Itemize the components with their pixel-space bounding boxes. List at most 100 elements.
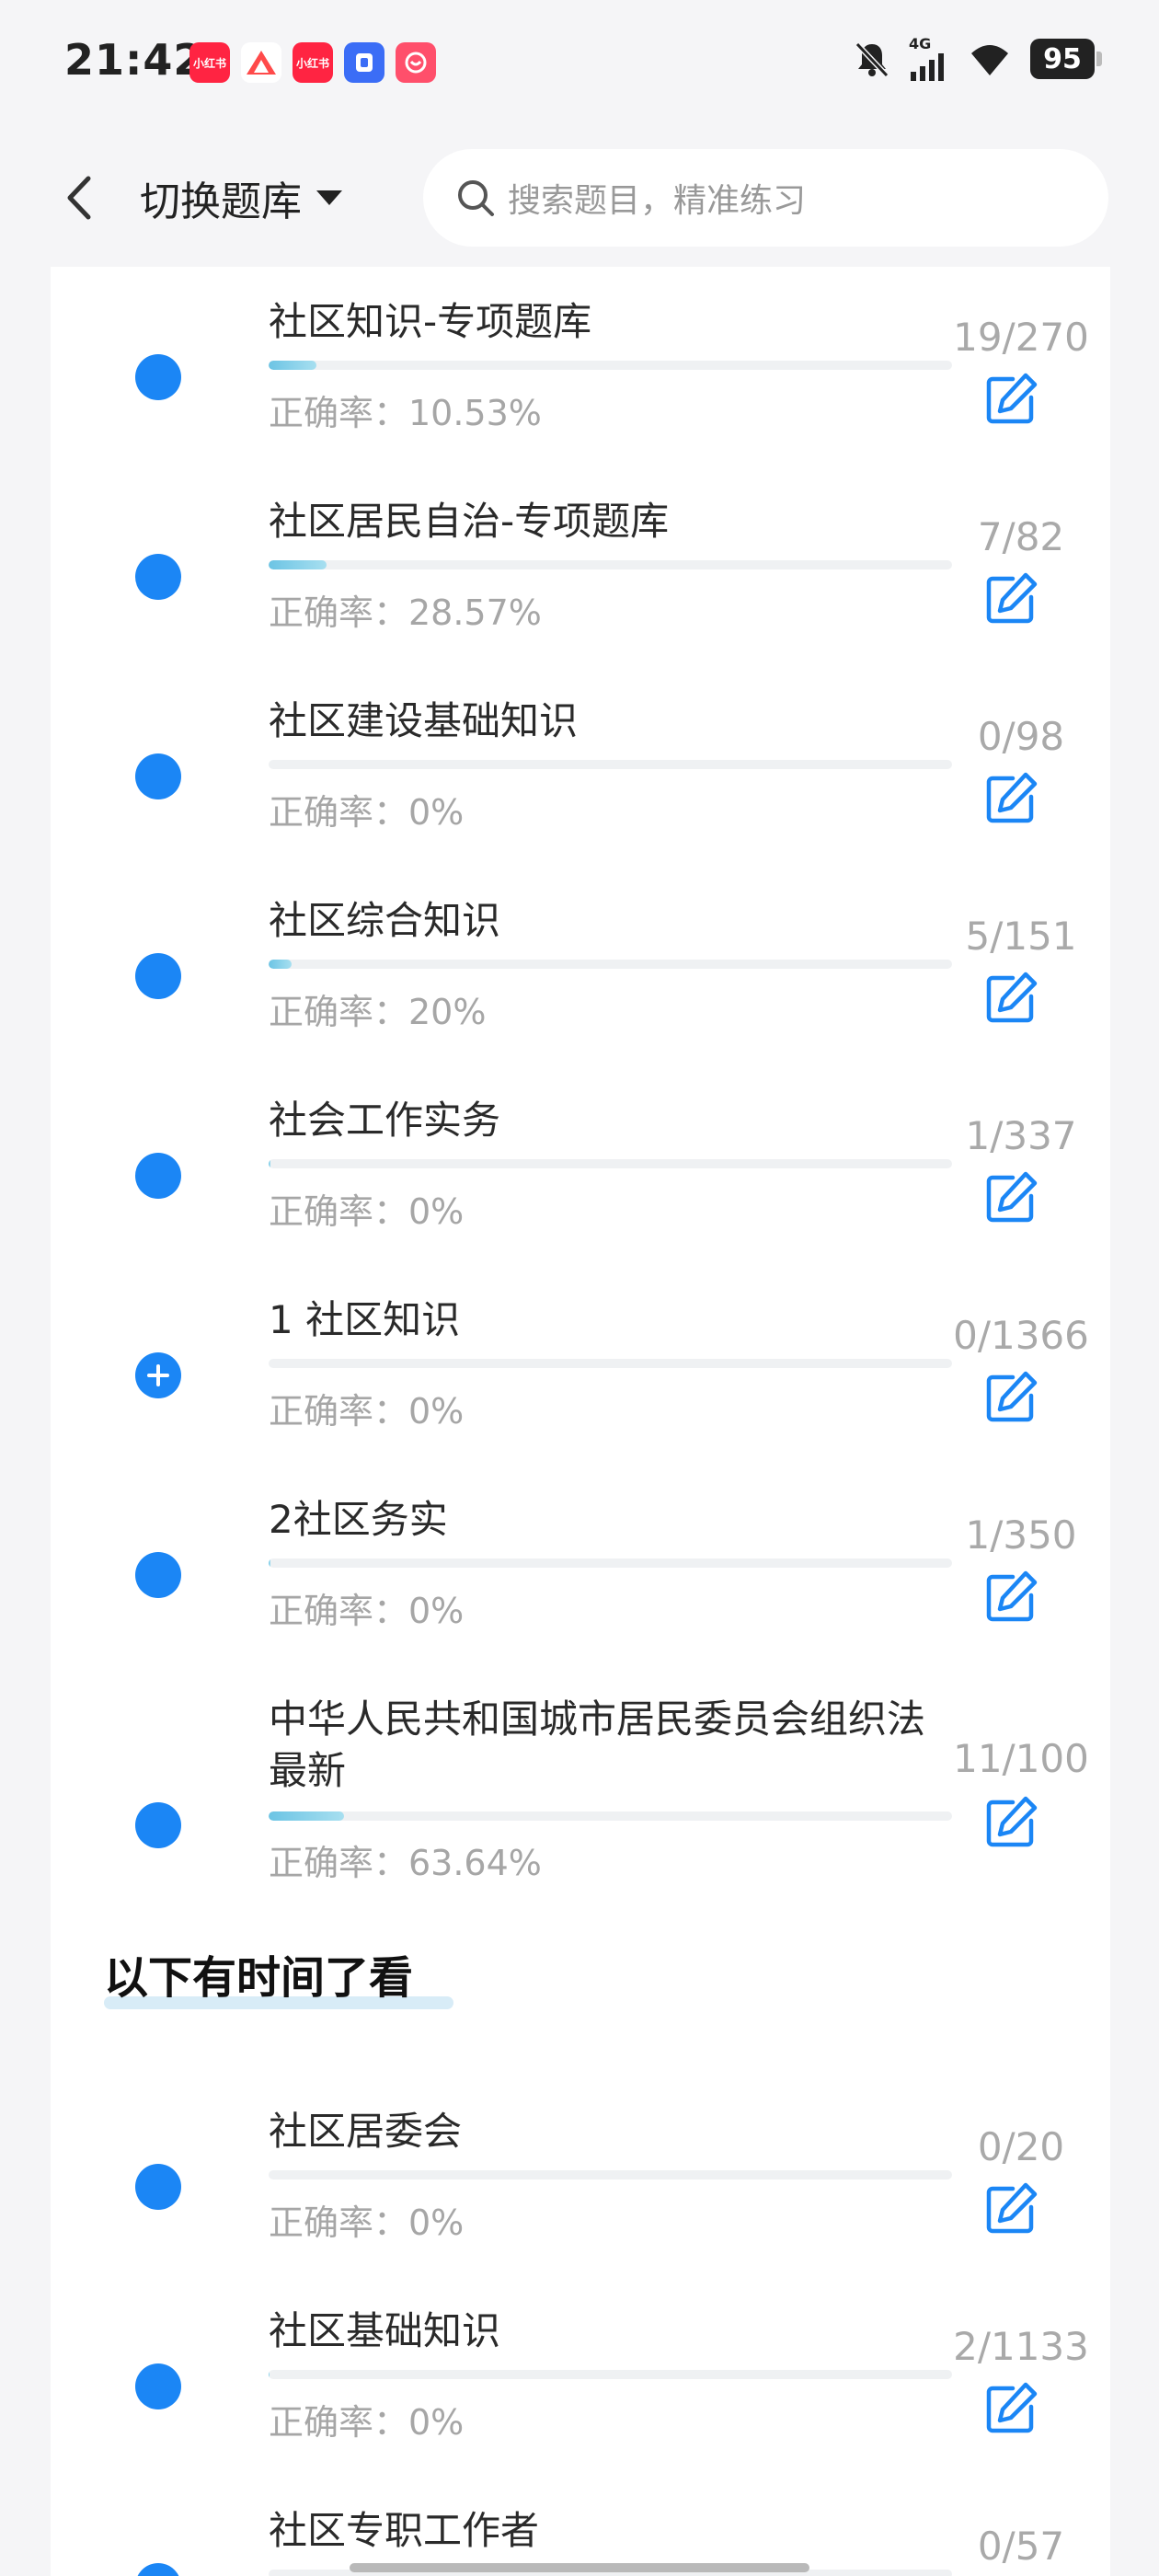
top-nav-bar: 切换题库 搜索题目，精准练习 bbox=[0, 129, 1159, 267]
progress-count: 19/270 bbox=[953, 315, 1089, 360]
bullet-dot-icon bbox=[135, 1552, 181, 1598]
progress-bar bbox=[269, 2370, 952, 2379]
network-type: 4G bbox=[909, 35, 932, 52]
accuracy-text: 正确率：0% bbox=[269, 792, 465, 833]
progress-bar bbox=[269, 1159, 952, 1168]
bullet-dot-icon bbox=[135, 2363, 181, 2409]
bank-list-item[interactable]: 社区建设基础知识正确率：0% 0/98 bbox=[51, 666, 1110, 866]
caret-down-icon bbox=[316, 190, 342, 205]
bank-title: 2社区务实 bbox=[269, 1497, 448, 1542]
bank-list-item[interactable]: 社区基础知识正确率：0% 2/1133 bbox=[51, 2276, 1110, 2476]
accuracy-text: 正确率：10.53% bbox=[269, 393, 542, 433]
bank-list-item[interactable]: 社区综合知识正确率：20% 5/151 bbox=[51, 866, 1110, 1065]
xiaohongshu-app-icon-2: 小红书 bbox=[293, 42, 333, 83]
accuracy-text: 正确率：20% bbox=[269, 992, 487, 1032]
search-placeholder: 搜索题目，精准练习 bbox=[508, 182, 807, 220]
bank-list-item[interactable]: 社区专职工作者 0/57 bbox=[51, 2476, 1110, 2576]
progress-fill bbox=[269, 361, 316, 370]
progress-fill bbox=[269, 960, 292, 969]
progress-count: 0/98 bbox=[977, 714, 1065, 759]
xiaohongshu-app-icon: 小红书 bbox=[189, 42, 230, 83]
edit-practice-icon[interactable] bbox=[981, 1168, 1040, 1227]
accuracy-text: 正确率：63.64% bbox=[269, 1843, 542, 1883]
home-indicator[interactable] bbox=[350, 2563, 809, 2572]
bell-muted-icon bbox=[855, 41, 889, 78]
bank-list-item[interactable]: 中华人民共和国城市居民委员会组织法 最新正确率：63.64% 11/100 bbox=[51, 1664, 1110, 1940]
progress-bar bbox=[269, 1359, 952, 1368]
edit-practice-icon[interactable] bbox=[981, 2179, 1040, 2238]
progress-fill bbox=[269, 560, 327, 569]
bank-list-item[interactable]: 1 社区知识正确率：0% 0/1366 bbox=[51, 1265, 1110, 1465]
edit-practice-icon[interactable] bbox=[981, 1793, 1040, 1852]
progress-fill bbox=[269, 1558, 271, 1568]
edit-practice-icon[interactable] bbox=[981, 1368, 1040, 1427]
bullet-dot-icon bbox=[135, 753, 181, 799]
progress-count: 1/350 bbox=[965, 1512, 1077, 1558]
back-button[interactable] bbox=[51, 166, 106, 230]
progress-count: 0/57 bbox=[977, 2524, 1065, 2569]
progress-bar bbox=[269, 760, 952, 769]
edit-practice-icon[interactable] bbox=[981, 969, 1040, 1028]
bank-list-item[interactable]: 社区居民自治-专项题库正确率：28.57% 7/82 bbox=[51, 466, 1110, 666]
bank-list-item[interactable]: 社会工作实务 正确率：0% 1/337 bbox=[51, 1065, 1110, 1265]
bank-title: 1 社区知识 bbox=[269, 1297, 461, 1342]
progress-count: 2/1133 bbox=[953, 2324, 1089, 2369]
switch-bank-dropdown[interactable]: 切换题库 bbox=[140, 166, 344, 230]
bank-title: 社区基础知识 bbox=[269, 2308, 501, 2353]
progress-fill bbox=[269, 1159, 271, 1168]
progress-count: 0/20 bbox=[977, 2124, 1065, 2169]
bullet-dot-icon bbox=[135, 554, 181, 600]
bullet-dot-icon bbox=[135, 1153, 181, 1199]
bank-list-item[interactable]: 社区知识-专项题库正确率：10.53% 19/270 bbox=[51, 267, 1110, 466]
bullet-dot-icon bbox=[135, 2563, 181, 2576]
bank-title: 社区综合知识 bbox=[269, 898, 501, 943]
notification-app-icons: 小红书 小红书 bbox=[189, 42, 436, 83]
edit-practice-icon[interactable] bbox=[981, 2379, 1040, 2438]
bank-title: 社区居委会 bbox=[269, 2109, 463, 2154]
bank-title: 社区知识-专项题库 bbox=[269, 299, 592, 344]
progress-bar bbox=[269, 1811, 952, 1821]
edit-practice-icon[interactable] bbox=[981, 370, 1040, 429]
bank-list-item[interactable]: 2社区务实正确率：0% 1/350 bbox=[51, 1465, 1110, 1664]
accuracy-text: 正确率：28.57% bbox=[269, 592, 542, 633]
bank-title: 社区居民自治-专项题库 bbox=[269, 499, 670, 544]
bullet-dot-icon bbox=[135, 1802, 181, 1848]
chevron-left-icon bbox=[67, 176, 91, 220]
progress-bar bbox=[269, 361, 952, 370]
wifi-icon bbox=[971, 45, 1008, 75]
pink-app-icon bbox=[396, 42, 436, 83]
progress-bar bbox=[269, 960, 952, 969]
question-bank-list: 社区知识-专项题库 正确率：10.53% 19/270 社区居民自治-专项题库 正确率：… bbox=[51, 267, 1110, 2576]
page-title: 切换题库 bbox=[140, 178, 302, 225]
progress-count: 5/151 bbox=[965, 914, 1077, 959]
expand-plus-icon[interactable] bbox=[135, 1352, 181, 1398]
progress-bar bbox=[269, 560, 952, 569]
signal-icon: 4G bbox=[909, 37, 949, 81]
bank-title: 社区建设基础知识 bbox=[269, 698, 579, 743]
section-title: 以下有时间了看 bbox=[104, 1952, 414, 2004]
edit-practice-icon[interactable] bbox=[981, 1568, 1040, 1627]
bank-title: 社会工作实务 bbox=[269, 1098, 501, 1143]
edit-practice-icon[interactable] bbox=[981, 569, 1040, 628]
accuracy-text: 正确率：0% bbox=[269, 2402, 465, 2443]
bullet-dot-icon bbox=[135, 2164, 181, 2210]
progress-count: 7/82 bbox=[977, 514, 1065, 559]
accuracy-text: 正确率：0% bbox=[269, 1191, 465, 1232]
status-time: 21:42 bbox=[64, 35, 204, 85]
progress-bar bbox=[269, 2170, 952, 2179]
edit-practice-icon[interactable] bbox=[981, 769, 1040, 828]
accuracy-text: 正确率：0% bbox=[269, 1391, 465, 1432]
battery-indicator: 95 bbox=[1030, 39, 1102, 79]
accuracy-text: 正确率：0% bbox=[269, 1591, 465, 1631]
search-input[interactable]: 搜索题目，精准练习 bbox=[423, 149, 1108, 247]
progress-count: 0/1366 bbox=[953, 1313, 1089, 1358]
bank-title: 中华人民共和国城市居民委员会组织法 最新 bbox=[269, 1696, 926, 1793]
bullet-dot-icon bbox=[135, 953, 181, 999]
status-bar: 21:42 小红书 小红书 4G 95 bbox=[0, 0, 1159, 129]
status-icons: 4G 95 bbox=[852, 37, 1102, 81]
shield-app-icon bbox=[344, 42, 384, 83]
progress-fill bbox=[269, 1811, 344, 1821]
bank-title: 社区专职工作者 bbox=[269, 2508, 540, 2553]
progress-count: 11/100 bbox=[953, 1736, 1089, 1781]
bank-list-item[interactable]: 社区居委会 正确率：0% 0/20 bbox=[51, 2076, 1110, 2276]
